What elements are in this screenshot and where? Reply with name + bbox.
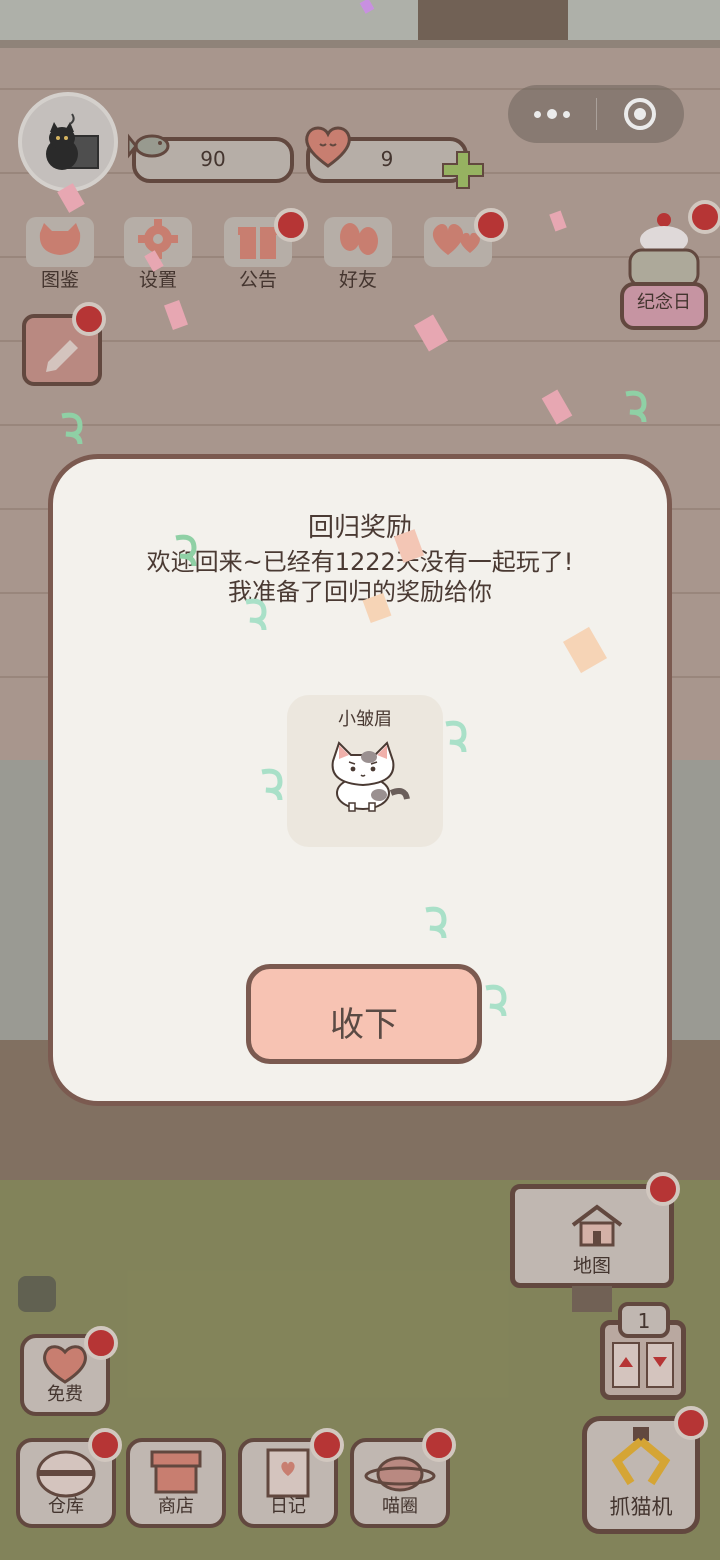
dialog-message-line2: 我准备了回归的奖励给你 [228, 578, 492, 606]
dialog-title: 回归奖励 [307, 513, 412, 543]
accept-label: 收下 [330, 1005, 398, 1045]
return-reward-dialog: 回归奖励 欢迎回来~已经有1222天没有一起玩了! 我准备了回归的奖励给你 小皱… [48, 454, 672, 1106]
dialog-message-line1: 欢迎回来~已经有1222天没有一起玩了! [146, 548, 574, 576]
dialog-message: 欢迎回来~已经有1222天没有一起玩了! 我准备了回归的奖励给你 [93, 547, 627, 607]
cat-reward-icon [331, 741, 410, 812]
reward-name: 小皱眉 [338, 709, 392, 730]
accept-reward-button[interactable]: 收下 [246, 964, 482, 1064]
reward-card: 小皱眉 [287, 695, 443, 847]
